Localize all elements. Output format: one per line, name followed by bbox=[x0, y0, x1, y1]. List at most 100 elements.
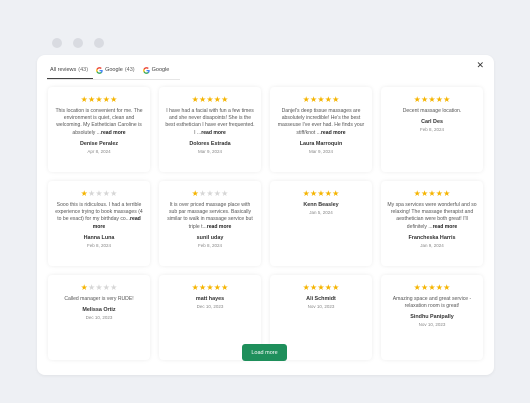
star-empty-icon: ★ bbox=[206, 189, 214, 198]
star-empty-icon: ★ bbox=[110, 189, 118, 198]
tab-all-reviews[interactable]: All reviews (43) bbox=[47, 64, 94, 79]
star-filled-icon: ★ bbox=[324, 95, 333, 104]
review-card: ★★★★★ Called manager is very RUDE! Melis… bbox=[48, 275, 150, 360]
star-filled-icon: ★ bbox=[332, 283, 340, 292]
read-more-link[interactable]: read more bbox=[433, 224, 458, 230]
review-date: Nov 10, 2023 bbox=[418, 322, 446, 328]
star-filled-icon: ★ bbox=[317, 283, 325, 292]
star-empty-icon: ★ bbox=[221, 189, 229, 198]
star-filled-icon: ★ bbox=[191, 189, 199, 198]
tab-google[interactable]: Google bbox=[140, 64, 175, 79]
read-more-link[interactable]: read more bbox=[201, 130, 226, 136]
star-filled-icon: ★ bbox=[413, 189, 421, 198]
review-date: Dec 10, 2023 bbox=[196, 304, 224, 309]
star-filled-icon: ★ bbox=[80, 283, 88, 292]
star-filled-icon: ★ bbox=[302, 95, 310, 104]
star-filled-icon: ★ bbox=[80, 189, 88, 198]
review-date: Feb 8, 2024 bbox=[86, 242, 112, 248]
read-more-link[interactable]: read more bbox=[321, 130, 346, 136]
review-text: Called manager is very RUDE! bbox=[64, 296, 134, 302]
star-rating: ★★★★★ bbox=[387, 283, 477, 292]
star-rating: ★★★★★ bbox=[387, 189, 477, 198]
star-filled-icon: ★ bbox=[443, 95, 451, 104]
review-text: Amazing space and great service - relaxa… bbox=[392, 296, 472, 310]
star-filled-icon: ★ bbox=[435, 283, 444, 292]
star-filled-icon: ★ bbox=[428, 189, 436, 198]
star-rating: ★★★★★ bbox=[54, 189, 144, 198]
star-rating: ★★★★★ bbox=[276, 283, 366, 292]
review-date: Jan 9, 2024 bbox=[420, 242, 444, 248]
tab-label: All reviews bbox=[50, 66, 77, 73]
review-text: It is over priced massage place with sub… bbox=[167, 202, 253, 230]
star-empty-icon: ★ bbox=[95, 189, 103, 198]
star-filled-icon: ★ bbox=[443, 283, 451, 292]
review-date: Jan 5, 2024 bbox=[309, 210, 333, 215]
review-text: Danjel's deep tissue massages are absolu… bbox=[277, 108, 365, 136]
review-card: ★★★★★ This location is convenient for me… bbox=[48, 87, 150, 172]
read-more-link[interactable]: read more bbox=[101, 130, 126, 136]
review-date: Feb 8, 2024 bbox=[419, 127, 445, 133]
tab-google-count[interactable]: Google (43) bbox=[93, 64, 140, 79]
window-dot-1 bbox=[52, 38, 62, 48]
review-card: ★★★★★ Kenn Beasley Jan 5, 2024 bbox=[270, 181, 372, 266]
star-filled-icon: ★ bbox=[413, 283, 421, 292]
review-date: Dec 10, 2023 bbox=[85, 315, 113, 321]
star-filled-icon: ★ bbox=[95, 95, 103, 104]
star-rating: ★★★★★ bbox=[276, 189, 366, 198]
review-text: My spa services were wonderful and so re… bbox=[387, 202, 477, 230]
star-filled-icon: ★ bbox=[221, 283, 229, 292]
review-card: ★★★★★ My spa services were wonderful and… bbox=[381, 181, 483, 266]
star-filled-icon: ★ bbox=[428, 95, 436, 104]
review-card: ★★★★★ It is over priced massage place wi… bbox=[159, 181, 261, 266]
window-controls bbox=[52, 38, 104, 48]
star-filled-icon: ★ bbox=[332, 189, 340, 198]
close-icon[interactable]: ✕ bbox=[476, 61, 484, 70]
review-author: Hanna Luna bbox=[83, 234, 115, 241]
star-filled-icon: ★ bbox=[206, 95, 214, 104]
window-dot-3 bbox=[94, 38, 104, 48]
review-author: Denise Peralez bbox=[79, 140, 119, 147]
star-filled-icon: ★ bbox=[435, 189, 444, 198]
star-filled-icon: ★ bbox=[213, 283, 222, 292]
review-author: Melissa Ortiz bbox=[82, 307, 116, 314]
star-empty-icon: ★ bbox=[102, 189, 111, 198]
tab-label: Google bbox=[151, 67, 170, 73]
review-card: ★★★★★ I have had a facial with fun a few… bbox=[159, 87, 261, 172]
star-filled-icon: ★ bbox=[428, 283, 436, 292]
star-filled-icon: ★ bbox=[317, 95, 325, 104]
review-date: Apr 8, 2024 bbox=[87, 148, 111, 154]
star-rating: ★★★★★ bbox=[387, 95, 477, 104]
review-card: ★★★★★ Decent massage location. Carl Des … bbox=[381, 87, 483, 172]
review-author: matt hayes bbox=[195, 296, 225, 302]
star-rating: ★★★★★ bbox=[54, 95, 144, 104]
review-card: ★★★★★ Sooo this is ridiculous. I had a t… bbox=[48, 181, 150, 266]
review-date: Feb 8, 2024 bbox=[197, 242, 223, 248]
star-filled-icon: ★ bbox=[302, 283, 310, 292]
google-icon bbox=[142, 66, 150, 74]
star-filled-icon: ★ bbox=[102, 95, 111, 104]
review-date: Mar 9, 2024 bbox=[197, 148, 222, 154]
review-text: I have had a facial with fun a few times… bbox=[165, 108, 255, 136]
star-filled-icon: ★ bbox=[317, 189, 325, 198]
star-filled-icon: ★ bbox=[443, 189, 451, 198]
star-filled-icon: ★ bbox=[80, 95, 88, 104]
star-filled-icon: ★ bbox=[110, 95, 118, 104]
star-filled-icon: ★ bbox=[332, 95, 340, 104]
read-more-link[interactable]: read more bbox=[207, 224, 232, 230]
review-author: Kenn Beasley bbox=[303, 202, 339, 208]
load-more-button[interactable]: Load more bbox=[242, 344, 287, 361]
tab-count: (43) bbox=[124, 67, 135, 73]
review-tabs: All reviews (43) Google (43) Google bbox=[47, 64, 181, 80]
window-dot-2 bbox=[73, 38, 83, 48]
star-filled-icon: ★ bbox=[324, 283, 333, 292]
review-text: This location is convenient for me. The … bbox=[55, 108, 143, 136]
star-rating: ★★★★★ bbox=[165, 95, 255, 104]
review-author: Sindhu Panipally bbox=[410, 314, 454, 321]
review-date: Nov 10, 2023 bbox=[307, 304, 335, 309]
star-empty-icon: ★ bbox=[213, 189, 222, 198]
reviews-widget: All reviews (43) Google (43) Google ✕ ★★… bbox=[37, 55, 494, 375]
star-filled-icon: ★ bbox=[435, 95, 444, 104]
review-text: Sooo this is ridiculous. I had a terribl… bbox=[55, 202, 143, 230]
star-filled-icon: ★ bbox=[324, 189, 333, 198]
star-rating: ★★★★★ bbox=[276, 95, 366, 104]
